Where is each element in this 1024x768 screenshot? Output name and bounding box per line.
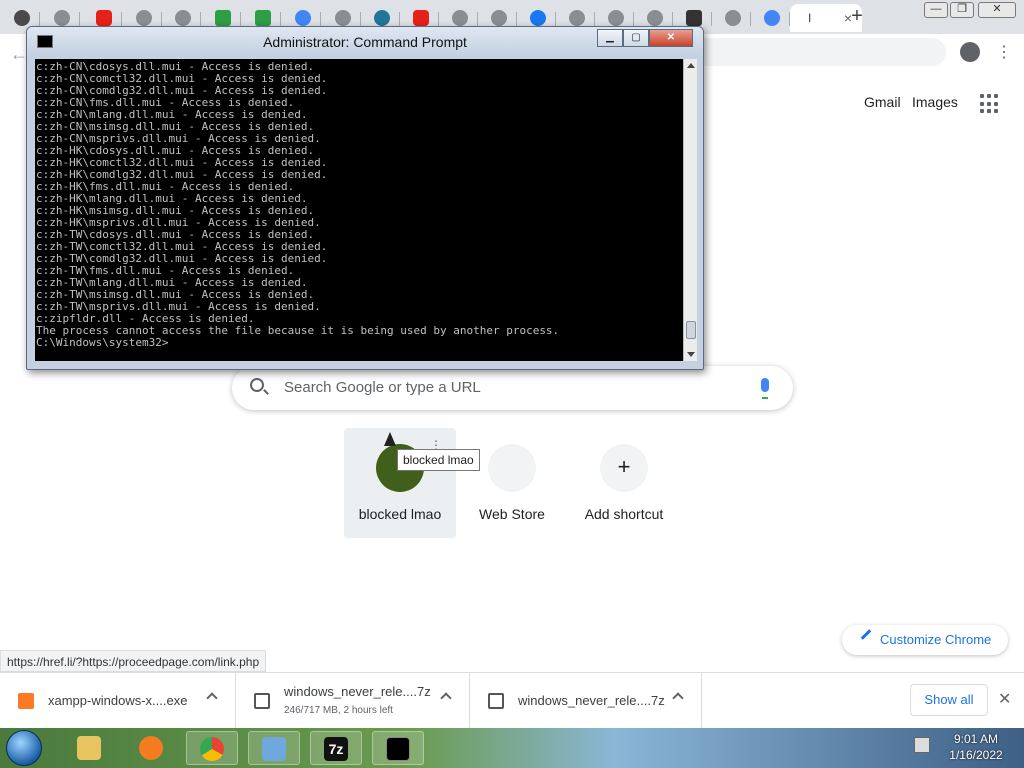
taskbar-7zip[interactable]: 7z [310, 731, 362, 765]
cmd-icon [386, 737, 410, 761]
download-filename: windows_never_rele....7z [518, 693, 665, 708]
profile-avatar-icon[interactable] [960, 42, 980, 62]
screen: I × + — ❐ ✕ ← ⋮ Gmail Images Search Goog… [0, 0, 1024, 768]
cmd-console-output[interactable]: c:zh-CN\cdosys.dll.mui - Access is denie… [35, 59, 683, 361]
download-filename: xampp-windows-x....exe [48, 693, 188, 708]
shortcut-label: Add shortcut [584, 506, 664, 522]
download-item-in-progress[interactable]: windows_never_rele....7z 246/717 MB, 2 h… [236, 673, 470, 729]
scroll-up-arrow-icon[interactable] [687, 63, 695, 68]
swirl-favicon-icon [14, 10, 30, 26]
images-link[interactable]: Images [912, 94, 958, 110]
web-store-icon [488, 444, 536, 492]
archive-favicon-icon [686, 10, 702, 26]
xampp-file-icon [18, 693, 34, 709]
globe-favicon-icon [452, 10, 468, 26]
tab[interactable] [754, 4, 790, 32]
control-panel-icon [262, 737, 286, 761]
new-tab-button[interactable]: + [846, 6, 868, 28]
plus-icon: + [600, 444, 648, 492]
globe-favicon-icon [608, 10, 624, 26]
globe-favicon-icon [569, 10, 585, 26]
search-placeholder: Search Google or type a URL [284, 379, 481, 396]
action-center-flag-icon[interactable] [914, 737, 930, 753]
chrome-icon [200, 737, 224, 761]
shortcut-blocked-lmao[interactable]: ⋮ blocked lmao [344, 428, 456, 538]
tab-title: I [808, 11, 812, 25]
archive-file-icon [254, 693, 270, 709]
search-icon [250, 378, 264, 392]
google-favicon-icon [295, 10, 311, 26]
archive-file-icon [488, 693, 504, 709]
scroll-thumb[interactable] [686, 321, 696, 339]
cmd-title-bar[interactable]: Administrator: Command Prompt ▁ ▢ ✕ [27, 27, 703, 57]
folder-icon [77, 736, 101, 760]
firefox-icon [139, 736, 163, 760]
globe-favicon-icon [647, 10, 663, 26]
status-url-bubble: https://href.li/?https://proceedpage.com… [0, 650, 267, 672]
command-prompt-window[interactable]: Administrator: Command Prompt ▁ ▢ ✕ c:zh… [26, 26, 704, 370]
windows-taskbar: 7z [0, 728, 1024, 768]
google-apps-grid-icon[interactable] [980, 94, 1000, 114]
hand-cursor-icon [384, 432, 396, 446]
globe-favicon-icon [491, 10, 507, 26]
download-item[interactable]: windows_never_rele....7z [470, 673, 702, 729]
download-green-favicon-icon [215, 10, 231, 26]
chevron-up-icon[interactable] [440, 692, 452, 704]
7zip-icon: 7z [324, 737, 348, 761]
clock-date: 1/16/2022 [949, 748, 1003, 762]
scroll-down-arrow-icon[interactable] [687, 352, 695, 357]
download-shelf: xampp-windows-x....exe windows_never_rel… [0, 672, 1024, 729]
wordpress-favicon-icon [374, 10, 390, 26]
youtube-favicon-icon [96, 10, 112, 26]
download-progress-text: 246/717 MB, 2 hours left [284, 705, 393, 716]
chevron-up-icon[interactable] [206, 692, 218, 704]
cmd-maximize-button[interactable]: ▢ [623, 29, 649, 47]
facebook-favicon-icon [530, 10, 546, 26]
menu-kebab-icon[interactable]: ⋮ [996, 42, 1012, 62]
shortcut-label: blocked lmao [358, 506, 442, 522]
minimize-button[interactable]: — [924, 2, 948, 18]
download-filename: windows_never_rele....7z [284, 684, 431, 699]
youtube-favicon-icon [413, 10, 429, 26]
customize-label: Customize Chrome [880, 632, 992, 647]
taskbar-firefox[interactable] [126, 731, 178, 765]
download-green-favicon-icon [255, 10, 271, 26]
globe-favicon-icon [725, 10, 741, 26]
globe-favicon-icon [175, 10, 191, 26]
close-shelf-icon[interactable]: ✕ [998, 689, 1011, 709]
microphone-icon[interactable] [761, 378, 769, 399]
shortcut-tooltip: blocked lmao [397, 449, 480, 471]
restore-button[interactable]: ❐ [950, 2, 974, 18]
shortcut-add[interactable]: + Add shortcut [568, 428, 680, 538]
taskbar-control-panel[interactable] [248, 731, 300, 765]
close-window-button[interactable]: ✕ [978, 2, 1016, 18]
globe-favicon-icon [335, 10, 351, 26]
google-favicon-icon [764, 10, 780, 26]
pencil-icon [860, 629, 872, 640]
taskbar-clock[interactable]: 9:01 AM 1/16/2022 [938, 731, 1014, 763]
chevron-up-icon[interactable] [672, 692, 684, 704]
tab[interactable] [715, 4, 751, 32]
globe-favicon-icon [136, 10, 152, 26]
gmail-link[interactable]: Gmail [864, 94, 901, 110]
taskbar-explorer[interactable] [64, 731, 116, 765]
google-search-box[interactable]: Search Google or type a URL [232, 366, 793, 410]
shortcut-label: Web Store [479, 506, 545, 522]
customize-chrome-button[interactable]: Customize Chrome [842, 625, 1008, 655]
show-all-button[interactable]: Show all [910, 684, 988, 716]
globe-favicon-icon [54, 10, 70, 26]
clock-time: 9:01 AM [953, 732, 999, 746]
taskbar-cmd[interactable] [372, 731, 424, 765]
console-prompt: C:\Windows\system32> [36, 336, 169, 349]
shortcut-web-store[interactable]: Web Store [456, 428, 568, 538]
taskbar-chrome[interactable] [186, 731, 238, 765]
cmd-scrollbar[interactable] [683, 59, 697, 361]
cmd-minimize-button[interactable]: ▁ [597, 29, 623, 47]
start-button[interactable] [6, 730, 42, 766]
cmd-close-button[interactable]: ✕ [649, 29, 693, 47]
download-item[interactable]: xampp-windows-x....exe [0, 673, 236, 729]
